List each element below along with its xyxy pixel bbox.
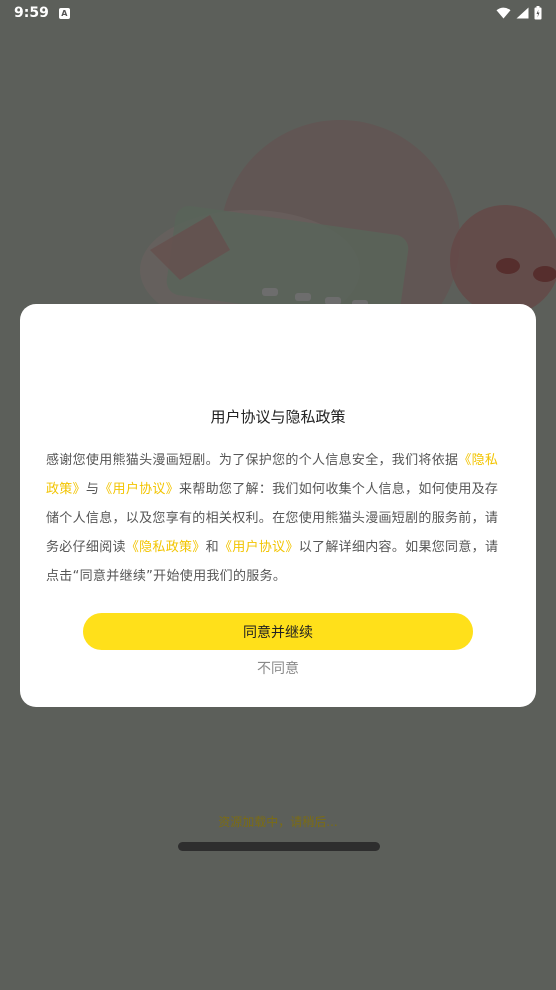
user-agreement-link[interactable]: 《用户协议》 xyxy=(99,482,179,497)
status-bar: 9:59 A xyxy=(0,0,556,26)
home-indicator[interactable] xyxy=(178,842,380,851)
status-icons xyxy=(496,6,542,20)
disagree-button[interactable]: 不同意 xyxy=(0,658,556,678)
a-icon: A xyxy=(58,7,70,19)
signal-icon xyxy=(516,7,529,19)
battery-icon xyxy=(534,6,542,20)
dialog-title: 用户协议与隐私政策 xyxy=(210,408,346,426)
body-text: 感谢您使用熊猫头漫画短剧。为了保护您的个人信息安全，我们将依据 xyxy=(46,453,459,468)
body-text: 和 xyxy=(205,540,219,555)
wifi-icon xyxy=(496,7,511,19)
body-text: 与 xyxy=(85,482,100,497)
screen: 9:59 A 用户协议与隐私政策 感谢您使用熊猫头漫画短剧。为了保护您的个人信息… xyxy=(0,0,556,990)
dialog-body: 感谢您使用熊猫头漫画短剧。为了保护您的个人信息安全，我们将依据《隐私政策》与《用… xyxy=(46,446,508,591)
loading-text: 资源加载中，请稍后... xyxy=(218,815,338,829)
agree-continue-button[interactable]: 同意并继续 xyxy=(83,613,473,650)
privacy-policy-link[interactable]: 《隐私政策》 xyxy=(126,540,206,555)
user-agreement-link[interactable]: 《用户协议》 xyxy=(219,540,299,555)
status-time: 9:59 xyxy=(14,5,49,21)
